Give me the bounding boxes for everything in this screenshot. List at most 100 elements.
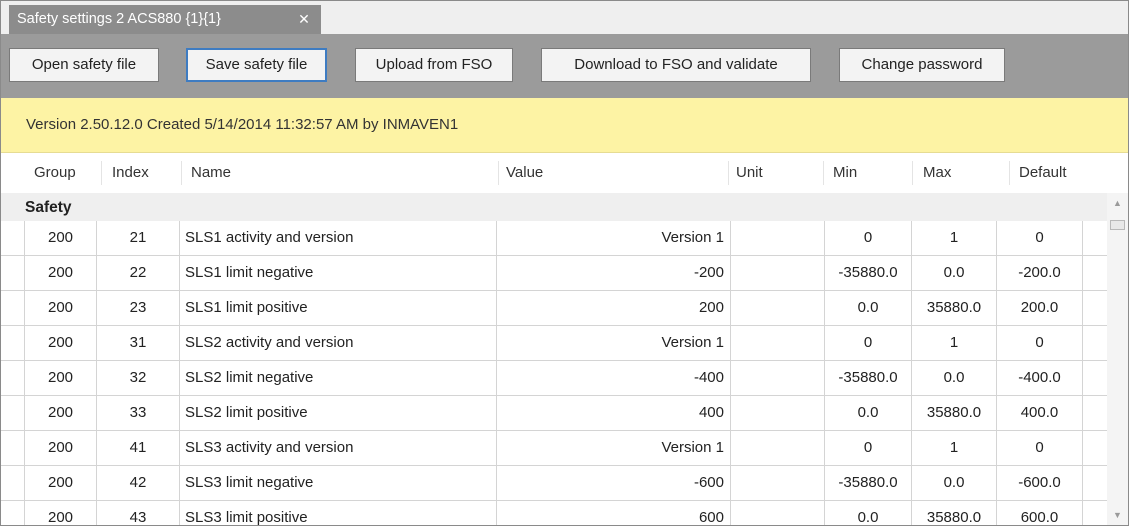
cell-group: 200 — [24, 466, 96, 500]
cell-group: 200 — [24, 256, 96, 290]
scroll-down-arrow-icon[interactable]: ▼ — [1107, 507, 1128, 523]
cell-min: 0.0 — [824, 396, 911, 430]
cell-name: SLS2 activity and version — [179, 326, 496, 360]
cell-index: 43 — [96, 501, 179, 525]
cell-value[interactable]: -200 — [496, 256, 730, 290]
cell-max: 0.0 — [911, 361, 996, 395]
table-row[interactable]: 200 43 SLS3 limit positive 600 0.0 35880… — [1, 501, 1107, 525]
cell-group: 200 — [24, 326, 96, 360]
cell-default: 0 — [996, 326, 1083, 360]
cell-name: SLS3 limit positive — [179, 501, 496, 525]
cell-value[interactable]: Version 1 — [496, 431, 730, 465]
cell-min: 0.0 — [824, 501, 911, 525]
cell-unit — [730, 326, 824, 360]
close-icon[interactable]: ✕ — [294, 5, 314, 34]
cell-value[interactable]: -400 — [496, 361, 730, 395]
column-separator — [912, 161, 913, 185]
table-row[interactable]: 200 41 SLS3 activity and version Version… — [1, 431, 1107, 466]
download-to-fso-button[interactable]: Download to FSO and validate — [541, 48, 811, 82]
column-separator — [728, 161, 729, 185]
cell-min: 0 — [824, 431, 911, 465]
cell-name: SLS1 limit negative — [179, 256, 496, 290]
cell-name: SLS1 activity and version — [179, 221, 496, 255]
cell-unit — [730, 291, 824, 325]
cell-max: 1 — [911, 431, 996, 465]
cell-group: 200 — [24, 291, 96, 325]
cell-index: 23 — [96, 291, 179, 325]
table-row[interactable]: 200 22 SLS1 limit negative -200 -35880.0… — [1, 256, 1107, 291]
cell-default: 0 — [996, 431, 1083, 465]
section-title: Safety — [25, 199, 72, 216]
cell-max: 0.0 — [911, 466, 996, 500]
vertical-scrollbar[interactable]: ▲ ▼ — [1107, 193, 1128, 525]
table-row[interactable]: 200 31 SLS2 activity and version Version… — [1, 326, 1107, 361]
cell-default: -600.0 — [996, 466, 1083, 500]
column-separator — [498, 161, 499, 185]
table-row[interactable]: 200 42 SLS3 limit negative -600 -35880.0… — [1, 466, 1107, 501]
version-banner: Version 2.50.12.0 Created 5/14/2014 11:3… — [1, 98, 1128, 153]
change-password-button[interactable]: Change password — [839, 48, 1005, 82]
table-row[interactable]: 200 23 SLS1 limit positive 200 0.0 35880… — [1, 291, 1107, 326]
cell-value[interactable]: 400 — [496, 396, 730, 430]
column-separator — [101, 161, 102, 185]
cell-index: 41 — [96, 431, 179, 465]
cell-index: 31 — [96, 326, 179, 360]
header-value[interactable]: Value — [506, 153, 543, 193]
cell-group: 200 — [24, 361, 96, 395]
cell-unit — [730, 466, 824, 500]
cell-max: 1 — [911, 221, 996, 255]
upload-from-fso-button[interactable]: Upload from FSO — [355, 48, 513, 82]
cell-max: 1 — [911, 326, 996, 360]
table-header: Group Index Name Value Unit Min Max Defa… — [1, 153, 1128, 193]
safety-settings-window: Safety settings 2 ACS880 {1}{1} ✕ Open s… — [0, 0, 1129, 526]
cell-default: -400.0 — [996, 361, 1083, 395]
cell-default: 0 — [996, 221, 1083, 255]
cell-value[interactable]: 600 — [496, 501, 730, 525]
cell-unit — [730, 501, 824, 525]
scroll-up-arrow-icon[interactable]: ▲ — [1107, 195, 1128, 211]
save-safety-file-button[interactable]: Save safety file — [186, 48, 327, 82]
cell-name: SLS2 limit positive — [179, 396, 496, 430]
cell-min: -35880.0 — [824, 466, 911, 500]
cell-max: 0.0 — [911, 256, 996, 290]
header-unit[interactable]: Unit — [736, 153, 763, 193]
scrollbar-thumb[interactable] — [1110, 220, 1125, 230]
cell-min: -35880.0 — [824, 256, 911, 290]
column-separator — [181, 161, 182, 185]
cell-index: 22 — [96, 256, 179, 290]
open-safety-file-button[interactable]: Open safety file — [9, 48, 159, 82]
cell-value[interactable]: Version 1 — [496, 326, 730, 360]
table-row[interactable]: 200 21 SLS1 activity and version Version… — [1, 221, 1107, 256]
cell-group: 200 — [24, 221, 96, 255]
cell-max: 35880.0 — [911, 291, 996, 325]
cell-name: SLS3 limit negative — [179, 466, 496, 500]
tab-strip: Safety settings 2 ACS880 {1}{1} ✕ — [1, 1, 1128, 34]
table-row[interactable]: 200 33 SLS2 limit positive 400 0.0 35880… — [1, 396, 1107, 431]
cell-min: 0 — [824, 221, 911, 255]
cell-default: 400.0 — [996, 396, 1083, 430]
cell-index: 32 — [96, 361, 179, 395]
header-name[interactable]: Name — [191, 153, 231, 193]
cell-min: -35880.0 — [824, 361, 911, 395]
cell-unit — [730, 256, 824, 290]
cell-value[interactable]: 200 — [496, 291, 730, 325]
cell-unit — [730, 431, 824, 465]
column-separator — [823, 161, 824, 185]
cell-min: 0 — [824, 326, 911, 360]
cell-value[interactable]: Version 1 — [496, 221, 730, 255]
header-group[interactable]: Group — [34, 153, 76, 193]
header-max[interactable]: Max — [923, 153, 951, 193]
header-default[interactable]: Default — [1019, 153, 1067, 193]
section-header-safety[interactable]: Safety — [1, 193, 1107, 221]
column-separator — [1009, 161, 1010, 185]
tab-safety-settings[interactable]: Safety settings 2 ACS880 {1}{1} ✕ — [9, 5, 321, 34]
table-row[interactable]: 200 32 SLS2 limit negative -400 -35880.0… — [1, 361, 1107, 396]
cell-value[interactable]: -600 — [496, 466, 730, 500]
header-index[interactable]: Index — [112, 153, 149, 193]
cell-unit — [730, 221, 824, 255]
cell-name: SLS1 limit positive — [179, 291, 496, 325]
cell-default: 600.0 — [996, 501, 1083, 525]
cell-name: SLS3 activity and version — [179, 431, 496, 465]
cell-unit — [730, 361, 824, 395]
header-min[interactable]: Min — [833, 153, 857, 193]
